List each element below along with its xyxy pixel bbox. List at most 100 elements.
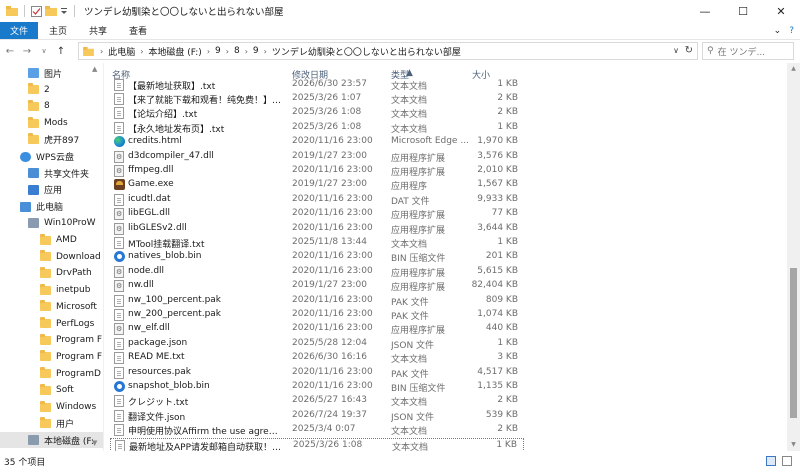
sidebar-item[interactable]: DrvPath	[0, 265, 103, 281]
help-icon[interactable]: ?	[789, 26, 794, 36]
file-row[interactable]: node.dll 2020/11/16 23:00 应用程序扩展 5,615 KB	[110, 265, 524, 279]
text-file-icon	[114, 308, 124, 321]
properties-icon[interactable]	[31, 5, 42, 17]
address-dropdown-icon[interactable]: ∨	[673, 46, 679, 55]
text-file-icon	[114, 424, 124, 437]
customize-toolbar-icon[interactable]	[60, 6, 68, 16]
sidebar-item[interactable]: Windows	[0, 399, 103, 415]
file-row[interactable]: MTool挂载翻译.txt 2025/11/8 13:44 文本文档 1 KB	[110, 236, 524, 250]
new-folder-icon[interactable]	[45, 6, 57, 16]
file-row[interactable]: credits.html 2020/11/16 23:00 Microsoft Ed…	[110, 135, 524, 149]
file-type: 文本文档	[391, 239, 428, 250]
large-icons-view-icon[interactable]	[782, 456, 792, 466]
file-row[interactable]: 申明使用协议Affirm the use agreemen... 2025/3/4…	[110, 423, 524, 437]
file-row[interactable]: d3dcompiler_47.dll 2019/1/27 23:00 应用程序扩展 3…	[110, 150, 524, 164]
folder-icon	[40, 383, 51, 395]
file-size: 82,404 KB	[471, 280, 518, 291]
file-row[interactable]: nw_100_percent.pak 2020/11/16 23:00 PAK 文件…	[110, 294, 524, 308]
breadcrumb-separator-icon[interactable]: ›	[264, 47, 267, 56]
breadcrumb-item[interactable]: 此电脑	[108, 45, 135, 58]
file-row[interactable]: natives_blob.bin 2020/11/16 23:00 BIN 压缩文件…	[110, 250, 524, 264]
file-row[interactable]: 【来了就能下载和观看！纯免费！】.txt 2025/3/26 1:07 文本文档 2 …	[110, 92, 524, 106]
file-row[interactable]: resources.pak 2020/11/16 23:00 PAK 文件 4,517…	[110, 366, 524, 380]
file-row[interactable]: クレジット.txt 2026/5/27 16:43 文本文档 2 KB	[110, 394, 524, 408]
file-row[interactable]: package.json 2025/5/28 12:04 JSON 文件 1 KB	[110, 337, 524, 351]
sidebar-item[interactable]: PerfLogs	[0, 316, 103, 332]
breadcrumb-item[interactable]: 8	[234, 46, 240, 56]
sidebar-scroll-down-icon[interactable]: ▼	[92, 439, 97, 447]
sidebar-item[interactable]: 8	[0, 98, 103, 114]
file-row[interactable]: nw_200_percent.pak 2020/11/16 23:00 PAK 文件…	[110, 308, 524, 322]
file-row[interactable]: nw.dll 2019/1/27 23:00 应用程序扩展 82,404 KB	[110, 279, 524, 293]
breadcrumb-item[interactable]: 本地磁盘 (F:)	[148, 45, 201, 58]
sidebar-item[interactable]: WPS云盘	[0, 149, 103, 165]
tab-share[interactable]: 共享	[78, 22, 118, 39]
sidebar-item[interactable]: 虎开897	[0, 132, 103, 148]
scroll-up-arrow-icon[interactable]: ▲	[787, 63, 800, 75]
sidebar-item[interactable]: Download	[0, 249, 103, 265]
sidebar-item[interactable]: 用户	[0, 416, 103, 432]
file-row[interactable]: nw_elf.dll 2020/11/16 23:00 应用程序扩展 440 KB	[110, 322, 524, 336]
text-file-icon	[114, 92, 124, 105]
sidebar-item[interactable]: 2	[0, 82, 103, 98]
file-date: 2025/3/26 1:08	[292, 121, 362, 132]
recent-locations-chevron-icon[interactable]: ∨	[37, 42, 51, 60]
maximize-button[interactable]: ☐	[724, 0, 762, 22]
file-row[interactable]: icudtl.dat 2020/11/16 23:00 DAT 文件 9,933 KB	[110, 193, 524, 207]
sidebar-item[interactable]: Microsoft	[0, 299, 103, 315]
details-view-icon[interactable]	[766, 456, 776, 466]
expand-ribbon-chevron-icon[interactable]: ⌄	[774, 26, 782, 36]
sidebar-item[interactable]: 应用	[0, 182, 103, 198]
sidebar-item-label: PerfLogs	[56, 318, 95, 329]
forward-arrow-icon[interactable]: →	[20, 42, 34, 60]
sidebar-item[interactable]: 本地磁盘 (F:	[0, 432, 103, 449]
file-row[interactable]: libEGL.dll 2020/11/16 23:00 应用程序扩展 77 KB	[110, 207, 524, 221]
sidebar-item[interactable]: Win10ProW	[0, 215, 103, 231]
scrollbar-thumb[interactable]	[790, 267, 797, 418]
minimize-button[interactable]: —	[686, 0, 724, 22]
sidebar-item[interactable]: AMD	[0, 232, 103, 248]
scroll-down-arrow-icon[interactable]: ▼	[787, 439, 800, 451]
address-bar[interactable]: › 此电脑 › 本地磁盘 (F:) › 9 › 8 › 9 › ツンデレ幼馴染と…	[78, 42, 698, 60]
close-button[interactable]: ✕	[762, 0, 800, 22]
tab-home[interactable]: 主页	[38, 22, 78, 39]
sidebar-item[interactable]: 此电脑	[0, 199, 103, 215]
tab-view[interactable]: 查看	[118, 22, 158, 39]
breadcrumb-item[interactable]: 9	[253, 46, 259, 56]
sidebar-item[interactable]: ProgramD	[0, 366, 103, 382]
file-row[interactable]: ffmpeg.dll 2020/11/16 23:00 应用程序扩展 2,010 KB	[110, 164, 524, 178]
sidebar-item[interactable]: Program F	[0, 332, 103, 348]
file-row[interactable]: 【最新地址获取】.txt 2026/6/30 23:57 文本文档 1 KB	[110, 78, 524, 92]
sidebar-item[interactable]: Program F	[0, 349, 103, 365]
breadcrumb-separator-icon[interactable]: ›	[207, 47, 210, 56]
file-row[interactable]: 【论坛介绍】.txt 2025/3/26 1:08 文本文档 2 KB	[110, 106, 524, 120]
breadcrumb-separator-icon[interactable]: ›	[140, 47, 143, 56]
file-row[interactable]: 【永久地址发布页】.txt 2025/3/26 1:08 文本文档 1 KB	[110, 121, 524, 135]
sidebar-item[interactable]: Mods	[0, 115, 103, 131]
file-row[interactable]: libGLESv2.dll 2020/11/16 23:00 应用程序扩展 3,644…	[110, 222, 524, 236]
back-arrow-icon[interactable]: ←	[3, 42, 17, 60]
sidebar-item[interactable]: 共享文件夹	[0, 165, 103, 181]
vertical-scrollbar[interactable]: ▲ ▼	[787, 63, 800, 451]
breadcrumb-separator-icon[interactable]: ›	[226, 47, 229, 56]
drive-icon	[28, 435, 39, 446]
file-row[interactable]: READ ME.txt 2026/6/30 16:16 文本文档 3 KB	[110, 351, 524, 365]
tab-file[interactable]: 文件	[0, 22, 39, 39]
sidebar-item[interactable]: inetpub	[0, 282, 103, 298]
sidebar-item[interactable]: 图片	[0, 65, 103, 81]
file-date: 2019/1/27 23:00	[292, 150, 367, 161]
breadcrumb-separator-icon[interactable]: ›	[100, 47, 103, 56]
file-row[interactable]: 翻译文件.json 2026/7/24 19:37 JSON 文件 539 KB	[110, 409, 524, 423]
file-type: DAT 文件	[391, 196, 430, 207]
up-arrow-icon[interactable]: ↑	[54, 42, 68, 60]
refresh-icon[interactable]: ↻	[685, 45, 693, 56]
file-row[interactable]: 最新地址及APP请发邮箱自动获取！！！... 2025/3/26 1:08 文本文档…	[110, 437, 524, 451]
toolbar-separator	[74, 5, 75, 17]
breadcrumb-item[interactable]: ツンデレ幼馴染と〇〇しないと出られない部屋	[272, 45, 461, 58]
sidebar-item[interactable]: Soft	[0, 382, 103, 398]
file-row[interactable]: Game.exe 2019/1/27 23:00 应用程序 1,567 KB	[110, 178, 524, 192]
breadcrumb-item[interactable]: 9	[215, 46, 221, 56]
breadcrumb-separator-icon[interactable]: ›	[245, 47, 248, 56]
search-box[interactable]: ⚲ 在 ツンデ...	[702, 42, 794, 60]
file-row[interactable]: snapshot_blob.bin 2020/11/16 23:00 BIN 压缩文…	[110, 380, 524, 394]
